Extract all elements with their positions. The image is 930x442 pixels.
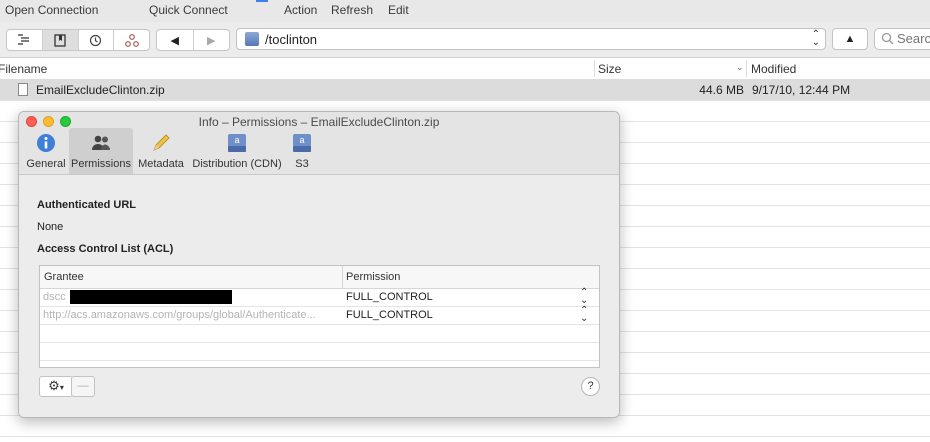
view-mode-segmented-control [6, 29, 150, 51]
acl-heading: Access Control List (ACL) [37, 243, 174, 255]
tab-metadata[interactable]: Metadata [135, 128, 187, 174]
empty-row [0, 416, 930, 437]
toolbar: Open Connection Quick Connect Action Ref… [0, 0, 930, 23]
bookmarks-view-button[interactable] [42, 30, 79, 50]
acl-grantee: http://acs.amazonaws.com/groups/global/A… [43, 309, 316, 321]
tab-s3[interactable]: a S3 [287, 128, 317, 174]
column-size[interactable]: Size [598, 62, 621, 76]
quick-connect-button[interactable]: Quick Connect [149, 3, 228, 17]
chevron-down-icon: ▾ [59, 383, 64, 392]
info-icon [37, 134, 55, 152]
remove-grant-button[interactable]: — [71, 376, 95, 397]
column-modified[interactable]: Modified [751, 62, 796, 76]
search-input[interactable] [897, 30, 930, 46]
search-field[interactable] [874, 28, 930, 50]
permissions-panel: Authenticated URL None Access Control Li… [19, 175, 619, 417]
acl-permission: FULL_CONTROL [346, 291, 433, 303]
permission-stepper[interactable]: ⌃ ⌄ [580, 288, 588, 306]
sort-chevron-icon: ⌄ [736, 62, 744, 72]
open-connection-button[interactable]: Open Connection [5, 3, 98, 17]
bonjour-view-button[interactable] [114, 30, 149, 50]
svg-text:a: a [299, 135, 304, 145]
file-icon [18, 83, 28, 96]
column-divider [746, 60, 747, 77]
tab-permissions[interactable]: Permissions [69, 128, 133, 174]
outline-view-icon [18, 34, 30, 45]
file-list-header: Filename Size ⌄ Modified [0, 58, 930, 80]
tab-distribution-label: Distribution (CDN) [192, 158, 282, 170]
help-button[interactable]: ? [581, 377, 600, 396]
back-button[interactable]: ◀ [157, 30, 194, 50]
acl-column-grantee[interactable]: Grantee [44, 271, 84, 283]
tab-metadata-label: Metadata [138, 158, 184, 170]
acl-column-permission[interactable]: Permission [346, 271, 400, 283]
authenticated-url-heading: Authenticated URL [37, 199, 136, 211]
gear-icon: ⚙ [48, 378, 60, 393]
column-filename[interactable]: Filename [0, 62, 47, 76]
file-name: EmailExcludeClinton.zip [36, 83, 165, 97]
refresh-button[interactable]: Refresh [331, 3, 373, 17]
search-icon [881, 32, 894, 45]
info-window-titlebar: Info – Permissions – EmailExcludeClinton… [19, 112, 619, 175]
acl-row[interactable]: dscc FULL_CONTROL ⌃ ⌄ [40, 288, 599, 307]
tab-s3-label: S3 [295, 158, 309, 170]
acl-table: Grantee Permission dscc FULL_CONTROL ⌃ ⌄ … [39, 265, 600, 368]
info-window: Info – Permissions – EmailExcludeClinton… [18, 111, 620, 418]
tab-general-label: General [26, 158, 66, 170]
tab-permissions-label: Permissions [71, 158, 131, 170]
amazon-drive-icon: a [228, 134, 246, 152]
authenticated-url-value: None [37, 221, 64, 233]
file-size: 44.6 MB [699, 83, 744, 97]
amazon-drive-icon: a [293, 134, 311, 152]
column-divider [342, 266, 343, 288]
acl-action-menu-button[interactable]: ⚙▾ [39, 376, 73, 397]
pencil-icon [153, 134, 170, 151]
forward-button[interactable]: ▶ [194, 30, 230, 50]
history-nav-control: ◀ ▶ [156, 29, 230, 51]
file-modified: 9/17/10, 12:44 PM [752, 83, 851, 97]
acl-permission: FULL_CONTROL [346, 309, 433, 321]
users-icon [92, 135, 110, 150]
bookmark-icon [54, 33, 66, 47]
tab-distribution[interactable]: a Distribution (CDN) [189, 128, 285, 174]
permission-stepper[interactable]: ⌃ ⌄ [580, 306, 588, 324]
drive-icon [245, 32, 259, 46]
column-divider [594, 60, 595, 77]
action-button[interactable]: Action [284, 3, 317, 17]
history-view-button[interactable] [79, 30, 115, 50]
tab-general[interactable]: General [23, 128, 69, 174]
network-icon [124, 33, 139, 47]
chevron-updown-icon: ⌃ ⌄ [811, 29, 820, 48]
navigation-bar: ◀ ▶ /toclinton ⌃ ⌄ ▲ [0, 22, 930, 58]
outline-view-button[interactable] [7, 30, 43, 50]
acl-row[interactable]: http://acs.amazonaws.com/groups/global/A… [40, 306, 599, 325]
acl-table-header: Grantee Permission [40, 266, 599, 289]
svg-text:a: a [234, 135, 239, 145]
parent-folder-button[interactable]: ▲ [832, 28, 868, 50]
clock-icon [90, 34, 102, 46]
current-path: /toclinton [265, 32, 318, 47]
file-row[interactable]: EmailExcludeClinton.zip 44.6 MB 9/17/10,… [0, 80, 930, 101]
toolbar-accent [256, 0, 268, 2]
edit-button[interactable]: Edit [388, 3, 409, 17]
acl-empty-row [40, 343, 599, 361]
info-window-title: Info – Permissions – EmailExcludeClinton… [198, 115, 440, 129]
acl-empty-row [40, 325, 599, 343]
path-selector[interactable]: /toclinton ⌃ ⌄ [236, 28, 826, 50]
redaction-bar [70, 290, 232, 304]
